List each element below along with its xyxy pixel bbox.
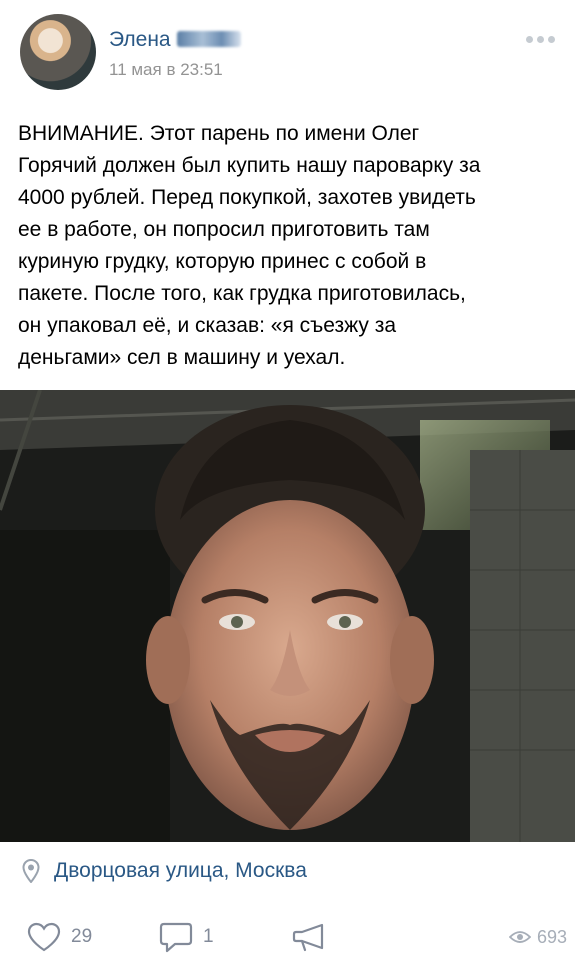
pin-icon: [22, 859, 40, 883]
heart-icon: [27, 922, 61, 952]
author-name[interactable]: Элена: [109, 28, 241, 52]
eye-icon: [508, 931, 531, 943]
share-icon: [292, 923, 324, 952]
share-button[interactable]: [292, 915, 336, 959]
author-name-text[interactable]: Элена: [109, 28, 171, 51]
location[interactable]: Дворцовая улица, Москва: [22, 856, 307, 886]
post-text: ВНИМАНИЕ. Этот парень по имени Олег Горя…: [18, 122, 481, 369]
likes-count: 29: [71, 926, 93, 947]
views-counter: 693: [508, 915, 567, 959]
post-date[interactable]: 11 мая в 23:51: [109, 60, 223, 80]
avatar[interactable]: [20, 14, 96, 90]
location-text[interactable]: Дворцовая улица, Москва: [54, 859, 307, 883]
more-icon[interactable]: [526, 36, 555, 43]
post-photo[interactable]: [0, 390, 575, 842]
blurred-surname: [176, 31, 241, 47]
post-header: Элена 11 мая в 23:51: [0, 0, 575, 110]
like-button[interactable]: 29: [27, 915, 92, 959]
comments-count: 1: [203, 926, 214, 947]
comment-button[interactable]: 1: [159, 915, 214, 959]
views-count: 693: [536, 926, 567, 947]
post-actions: 29 1 693: [0, 915, 575, 959]
comment-icon: [159, 922, 193, 953]
